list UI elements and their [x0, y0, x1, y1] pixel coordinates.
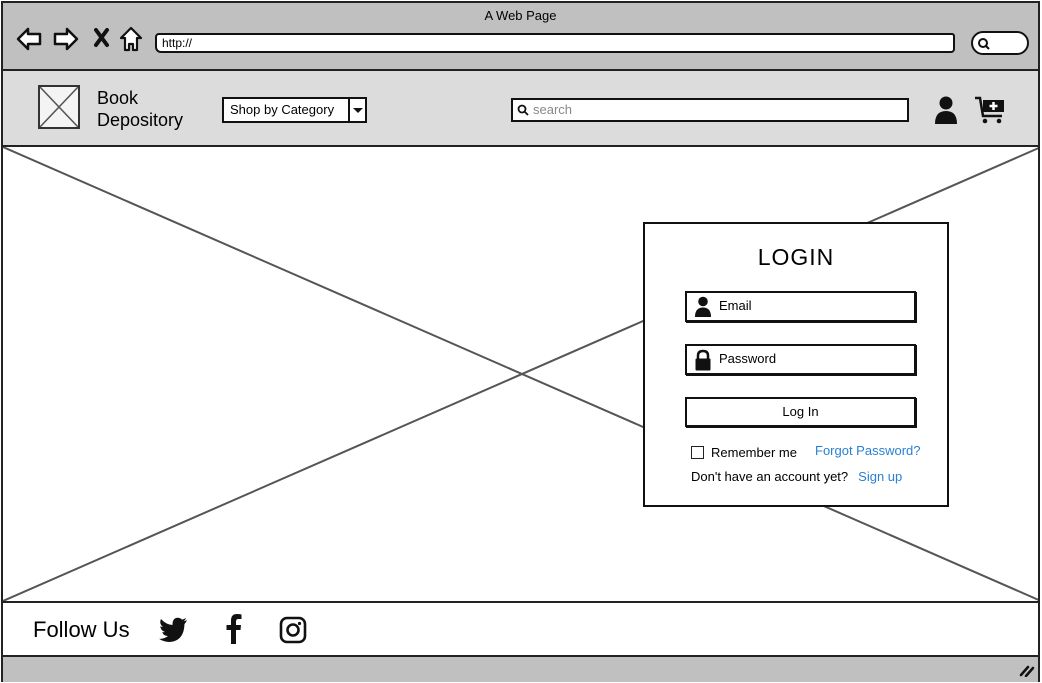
signup-row: Don't have an account yet? Sign up: [691, 469, 902, 484]
follow-us-label: Follow Us: [33, 617, 130, 642]
back-arrow-icon[interactable]: [15, 25, 43, 53]
login-card: LOGIN Email Password Log In Remember me …: [643, 222, 949, 507]
browser-search-button[interactable]: [971, 31, 1029, 55]
home-icon[interactable]: [117, 25, 145, 53]
no-account-text: Don't have an account yet?: [691, 469, 849, 484]
search-placeholder: search: [533, 102, 573, 117]
email-field[interactable]: Email: [685, 291, 916, 322]
category-dropdown-label: Shop by Category: [230, 102, 335, 117]
facebook-icon[interactable]: [223, 613, 243, 645]
lock-icon: [695, 349, 711, 371]
brand-line-2: Depository: [97, 110, 184, 130]
forgot-password-link[interactable]: Forgot Password?: [815, 443, 921, 458]
instagram-icon[interactable]: [279, 616, 307, 644]
signup-link[interactable]: Sign up: [858, 469, 902, 484]
browser-chrome: A Web Page http://: [3, 3, 1038, 71]
window-title: A Web Page: [484, 8, 557, 23]
search-icon: [517, 104, 529, 116]
user-icon[interactable]: [933, 95, 959, 125]
search-input[interactable]: search: [511, 98, 909, 122]
url-bar[interactable]: http://: [155, 33, 955, 53]
search-icon: [978, 38, 990, 50]
brand-name[interactable]: Book Depository: [97, 87, 183, 131]
chevron-down-icon[interactable]: [348, 99, 365, 121]
browser-window: A Web Page http:// Book Depository Shop …: [1, 1, 1040, 682]
cart-add-icon[interactable]: [974, 95, 1008, 125]
category-dropdown[interactable]: Shop by Category: [222, 97, 367, 123]
email-placeholder: Email: [719, 298, 752, 313]
password-field[interactable]: Password: [685, 344, 916, 375]
remember-me-checkbox[interactable]: [691, 446, 704, 459]
login-button[interactable]: Log In: [685, 397, 916, 427]
status-bar: [3, 657, 1038, 682]
remember-me[interactable]: Remember me: [691, 445, 797, 460]
image-placeholder-icon: [39, 86, 79, 128]
login-title: LOGIN: [757, 244, 835, 270]
brand-line-1: Book: [97, 88, 139, 108]
forward-arrow-icon[interactable]: [52, 25, 80, 53]
logo-placeholder[interactable]: [38, 85, 80, 129]
site-header: Book Depository Shop by Category search: [3, 71, 1038, 147]
resize-grip-icon[interactable]: [1019, 663, 1035, 677]
footer: Follow Us: [3, 601, 1038, 657]
close-x-icon[interactable]: [91, 25, 119, 53]
user-icon: [695, 296, 711, 317]
remember-me-label: Remember me: [711, 445, 797, 460]
twitter-icon[interactable]: [158, 617, 188, 643]
password-placeholder: Password: [719, 351, 777, 366]
